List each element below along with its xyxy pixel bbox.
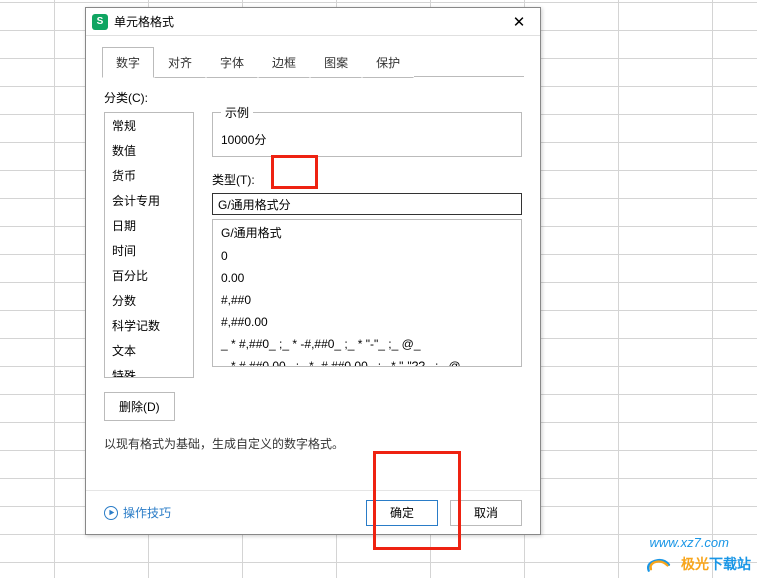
dialog-footer: 操作技巧 确定 取消 [86,490,540,534]
format-option[interactable]: _ * #,##0.00_ ;_ * -#,##0.00_ ;_ * "-"??… [213,355,521,367]
watermark-brand: 极光下载站 [681,554,751,574]
tab-pattern[interactable]: 图案 [310,47,362,78]
example-legend: 示例 [221,104,253,121]
hint-text: 以现有格式为基础，生成自定义的数字格式。 [104,435,522,452]
cat-percent[interactable]: 百分比 [105,263,193,288]
example-box: 示例 10000分 [212,112,522,157]
cat-fraction[interactable]: 分数 [105,288,193,313]
cell-format-dialog: S 单元格格式 ✕ 数字 对齐 字体 边框 图案 保护 分类(C): 常规 数值… [85,7,541,535]
tab-underline [414,46,524,77]
format-option[interactable]: G/通用格式 [213,220,521,245]
example-value: 10000分 [221,131,513,148]
format-option[interactable]: 0.00 [213,267,521,289]
close-button[interactable]: ✕ [504,9,534,35]
watermark: 极光下载站 [645,552,751,576]
ok-button[interactable]: 确定 [366,500,438,526]
cancel-button[interactable]: 取消 [450,500,522,526]
tab-border[interactable]: 边框 [258,47,310,78]
watermark-url: www.xz7.com [650,535,729,550]
tabs: 数字 对齐 字体 边框 图案 保护 [86,36,540,77]
dialog-body: 分类(C): 常规 数值 货币 会计专用 日期 时间 百分比 分数 科学记数 文… [86,77,540,452]
cat-time[interactable]: 时间 [105,238,193,263]
cat-text[interactable]: 文本 [105,338,193,363]
dialog-title: 单元格格式 [114,13,504,30]
play-icon [104,506,118,520]
format-option[interactable]: #,##0 [213,289,521,311]
category-label: 分类(C): [104,89,522,106]
type-label: 类型(T): [212,171,522,188]
tips-link[interactable]: 操作技巧 [104,504,171,521]
delete-button[interactable]: 删除(D) [104,392,175,421]
cat-currency[interactable]: 货币 [105,163,193,188]
format-list[interactable]: G/通用格式 0 0.00 #,##0 #,##0.00 _ * #,##0_ … [212,219,522,367]
cat-accounting[interactable]: 会计专用 [105,188,193,213]
tab-number[interactable]: 数字 [102,47,154,78]
watermark-logo-icon [645,552,675,576]
cat-scientific[interactable]: 科学记数 [105,313,193,338]
type-input[interactable] [212,193,522,215]
tab-protect[interactable]: 保护 [362,47,414,78]
cat-date[interactable]: 日期 [105,213,193,238]
titlebar: S 单元格格式 ✕ [86,8,540,36]
delete-row: 删除(D) [104,392,522,421]
columns: 常规 数值 货币 会计专用 日期 时间 百分比 分数 科学记数 文本 特殊 自定… [104,112,522,378]
tab-font[interactable]: 字体 [206,47,258,78]
tab-align[interactable]: 对齐 [154,47,206,78]
format-option[interactable]: 0 [213,245,521,267]
right-pane: 示例 10000分 类型(T): G/通用格式 0 0.00 #,##0 #,#… [212,112,522,378]
format-option[interactable]: _ * #,##0_ ;_ * -#,##0_ ;_ * "-"_ ;_ @_ [213,333,521,355]
tips-label: 操作技巧 [123,504,171,521]
category-list[interactable]: 常规 数值 货币 会计专用 日期 时间 百分比 分数 科学记数 文本 特殊 自定… [104,112,194,378]
app-icon: S [92,14,108,30]
format-option[interactable]: #,##0.00 [213,311,521,333]
cat-number[interactable]: 数值 [105,138,193,163]
cat-special[interactable]: 特殊 [105,363,193,378]
cat-general[interactable]: 常规 [105,113,193,138]
